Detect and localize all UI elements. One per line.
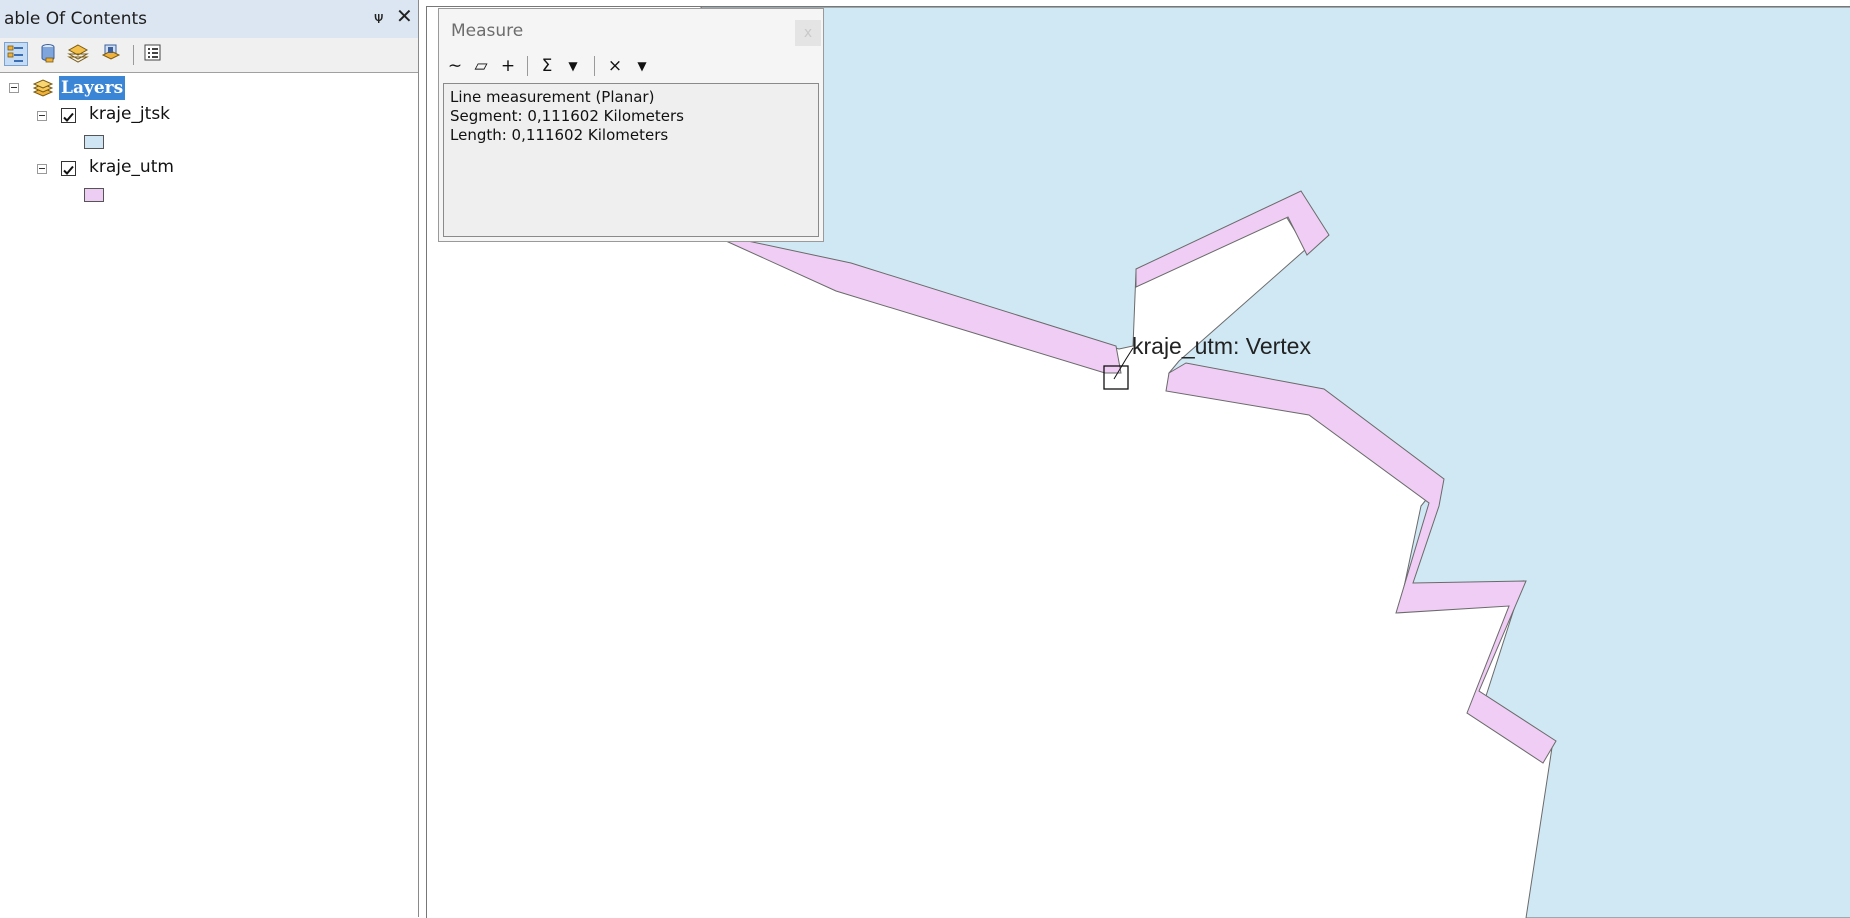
snap-tip-label: kraje_utm: Vertex: [1132, 333, 1311, 359]
measure-dialog-title: Measure: [451, 21, 524, 41]
layers-group-icon: [30, 79, 56, 103]
measure-feature-icon[interactable]: +: [498, 55, 518, 77]
list-by-selection-icon[interactable]: [100, 42, 124, 66]
layer-symbol-swatch-utm[interactable]: [84, 188, 104, 202]
layer-name-kraje-utm[interactable]: kraje_utm: [89, 157, 174, 177]
options-icon[interactable]: [142, 42, 166, 66]
table-of-contents-panel: able Of Contents ᴪ ✕ Layers kraje_jtsk k…: [0, 0, 419, 917]
clear-results-icon[interactable]: ×: [605, 55, 625, 77]
toolbar-separator: [133, 45, 134, 65]
measure-toolbar: ∼ ▱ + Σ ▼ × ▼: [441, 53, 821, 81]
layer-collapse-toggle[interactable]: [37, 164, 47, 174]
layer-name-kraje-jtsk[interactable]: kraje_jtsk: [89, 104, 170, 124]
show-total-icon[interactable]: Σ: [537, 55, 557, 77]
kraje-jtsk-polygon: [700, 7, 1850, 918]
measure-line-icon[interactable]: ∼: [445, 55, 465, 77]
measure-dialog: Measure x ∼ ▱ + Σ ▼ × ▼ Line measurement…: [438, 8, 824, 242]
toc-title: able Of Contents: [4, 9, 148, 29]
layer-visibility-checkbox[interactable]: [61, 108, 76, 123]
list-by-drawing-order-icon[interactable]: [4, 42, 28, 66]
layers-collapse-toggle[interactable]: [9, 83, 19, 93]
toc-header: able Of Contents ᴪ ✕: [0, 0, 418, 39]
chevron-down-icon[interactable]: ▼: [565, 55, 581, 77]
layer-visibility-checkbox[interactable]: [61, 161, 76, 176]
measure-results-panel: Line measurement (Planar) Segment: 0,111…: [443, 83, 819, 237]
list-by-visibility-icon[interactable]: [67, 42, 91, 66]
chevron-down-icon[interactable]: ▼: [634, 55, 650, 77]
measure-area-icon[interactable]: ▱: [471, 55, 491, 77]
pin-icon[interactable]: ᴪ: [374, 8, 383, 27]
toc-toolbar: [0, 38, 418, 73]
toolbar-separator: [527, 56, 528, 76]
toolbar-separator: [594, 56, 595, 76]
measure-mode-text: Line measurement (Planar): [450, 88, 655, 106]
close-button[interactable]: x: [795, 20, 821, 46]
layer-symbol-swatch-jtsk[interactable]: [84, 135, 104, 149]
measure-segment-text: Segment: 0,111602 Kilometers: [450, 107, 684, 125]
layer-collapse-toggle[interactable]: [37, 111, 47, 121]
list-by-source-icon[interactable]: [37, 42, 61, 66]
close-icon[interactable]: ✕: [396, 6, 413, 26]
layers-label[interactable]: Layers: [59, 76, 126, 100]
measure-length-text: Length: 0,111602 Kilometers: [450, 126, 669, 144]
